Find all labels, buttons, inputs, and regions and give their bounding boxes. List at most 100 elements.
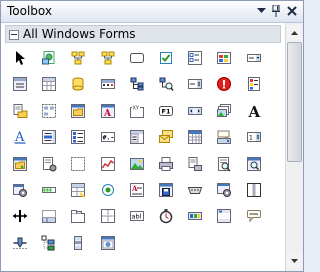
listview-tool[interactable]	[67, 126, 89, 148]
savefiledialog-tool[interactable]	[155, 179, 177, 201]
printdialog-tool[interactable]	[155, 153, 177, 175]
menu-icon	[12, 76, 28, 92]
treeview-tool[interactable]	[38, 232, 60, 254]
hscroll-icon	[187, 103, 203, 119]
fontdialog-tool[interactable]: A	[97, 100, 119, 122]
splitter-tool[interactable]	[9, 205, 31, 227]
webbrowser-tool[interactable]	[97, 232, 119, 254]
dataset-tool[interactable]	[67, 73, 89, 95]
contextmenustrip-tool[interactable]	[9, 73, 31, 95]
monthcalendar-tool[interactable]	[184, 126, 206, 148]
datagridview-tool[interactable]	[38, 73, 60, 95]
printpreviewdialog-tool[interactable]	[243, 153, 265, 175]
picture-icon	[129, 156, 145, 172]
openfiledialog-tool[interactable]	[9, 153, 31, 175]
toolbox-window: Toolbox All Windows Forms A XY F1 A A #.- 1 Aab…	[0, 0, 304, 272]
process-tool[interactable]	[9, 179, 31, 201]
panel-tool[interactable]	[67, 153, 89, 175]
monthcal-icon	[187, 129, 203, 145]
bindingnavigator-tool[interactable]	[67, 47, 89, 69]
checkbox-tool[interactable]	[155, 47, 177, 69]
db-icon	[70, 76, 86, 92]
scroll-down-icon[interactable]	[287, 253, 302, 268]
button-tool[interactable]	[126, 47, 148, 69]
tabctrl-icon	[70, 208, 86, 224]
folder-doc-icon	[12, 103, 28, 119]
filesystemwatcher-tool[interactable]	[9, 100, 31, 122]
performancecounter-tool[interactable]	[97, 153, 119, 175]
groupbox-tool[interactable]: XY	[126, 100, 148, 122]
serialport-tool[interactable]	[184, 179, 206, 201]
svg-text:F1: F1	[162, 107, 171, 115]
pagesetupdialog-tool[interactable]	[38, 153, 60, 175]
printdocument-tool[interactable]	[184, 153, 206, 175]
flowlayoutpanel-tool[interactable]	[38, 100, 60, 122]
dropdown-icon[interactable]	[255, 4, 268, 17]
scrollbar-thumb[interactable]	[287, 42, 302, 162]
openfile-icon	[12, 156, 28, 172]
linklabel-tool[interactable]: A	[9, 126, 31, 148]
propertygrid-tool[interactable]	[67, 179, 89, 201]
svg-text:1: 1	[249, 135, 253, 142]
vscroll-icon	[70, 235, 86, 251]
servicecontroller-tool[interactable]	[213, 179, 235, 201]
radiobutton-tool[interactable]	[97, 179, 119, 201]
collapse-icon[interactable]	[9, 30, 19, 40]
imagelist-tool[interactable]	[213, 100, 235, 122]
backgroundworker-tool[interactable]	[38, 47, 60, 69]
hscrollbar-tool[interactable]	[184, 100, 206, 122]
listbox-tool[interactable]	[38, 126, 60, 148]
pin-icon[interactable]	[269, 4, 282, 17]
radio-icon	[100, 182, 116, 198]
svg-text:A: A	[131, 184, 138, 193]
textbox-tool[interactable]: abl	[126, 205, 148, 227]
updown-icon	[187, 76, 203, 92]
printpreviewcontrol-tool[interactable]	[213, 153, 235, 175]
domainupdown-tool[interactable]	[184, 73, 206, 95]
tabcontrol-tool[interactable]	[67, 205, 89, 227]
menustrip-tool[interactable]	[126, 126, 148, 148]
richtextbox-tool[interactable]: A	[126, 179, 148, 201]
svg-text:A: A	[247, 103, 260, 119]
statusstrip-tool[interactable]	[38, 205, 60, 227]
progress-icon	[41, 182, 57, 198]
splitcontainer-tool[interactable]	[243, 179, 265, 201]
pagesetup-icon	[41, 156, 57, 172]
picturebox-tool[interactable]	[126, 153, 148, 175]
toolstrip-tool[interactable]	[184, 205, 206, 227]
folderbrowserdialog-tool[interactable]	[67, 100, 89, 122]
bindingsource-tool[interactable]	[97, 47, 119, 69]
progressbar-tool[interactable]	[38, 179, 60, 201]
combobox-tool[interactable]	[243, 47, 265, 69]
timer-tool[interactable]	[155, 205, 177, 227]
numericupdown-tool[interactable]: 1	[243, 126, 265, 148]
label-tool[interactable]: A	[243, 100, 265, 122]
directoryentry-tool[interactable]	[126, 73, 148, 95]
linklabel-icon: A	[12, 129, 28, 145]
print-icon	[158, 156, 174, 172]
toolbox-content: All Windows Forms A XY F1 A A #.- 1 Aabl	[1, 23, 284, 271]
toolstripcontainer-tool[interactable]	[213, 205, 235, 227]
maskedtextbox-tool[interactable]: #.-	[97, 126, 119, 148]
messagequeue-tool[interactable]	[155, 126, 177, 148]
notifyicon-tool[interactable]	[213, 126, 235, 148]
checkedlistbox-tool[interactable]	[184, 47, 206, 69]
helpprovider-tool[interactable]: F1	[155, 100, 177, 122]
directorysearcher-tool[interactable]	[155, 73, 177, 95]
colordialog-tool[interactable]	[213, 47, 235, 69]
datetimepicker-tool[interactable]	[97, 73, 119, 95]
tooltip-tool[interactable]	[243, 205, 265, 227]
vertical-scrollbar[interactable]	[285, 23, 303, 271]
tablelayoutpanel-tool[interactable]	[97, 205, 119, 227]
vscrollbar-tool[interactable]	[67, 232, 89, 254]
eventlog-tool[interactable]	[243, 73, 265, 95]
errorprovider-tool[interactable]	[213, 73, 235, 95]
toolbox-titlebar[interactable]: Toolbox	[1, 1, 303, 23]
pointer-tool[interactable]	[9, 47, 31, 69]
group-header-all-windows-forms[interactable]: All Windows Forms	[5, 25, 281, 43]
trackbar-tool[interactable]	[9, 232, 31, 254]
scroll-up-icon[interactable]	[287, 25, 302, 40]
combo-icon	[246, 50, 262, 66]
close-icon[interactable]	[285, 4, 298, 17]
groupbox-icon: XY	[129, 103, 145, 119]
